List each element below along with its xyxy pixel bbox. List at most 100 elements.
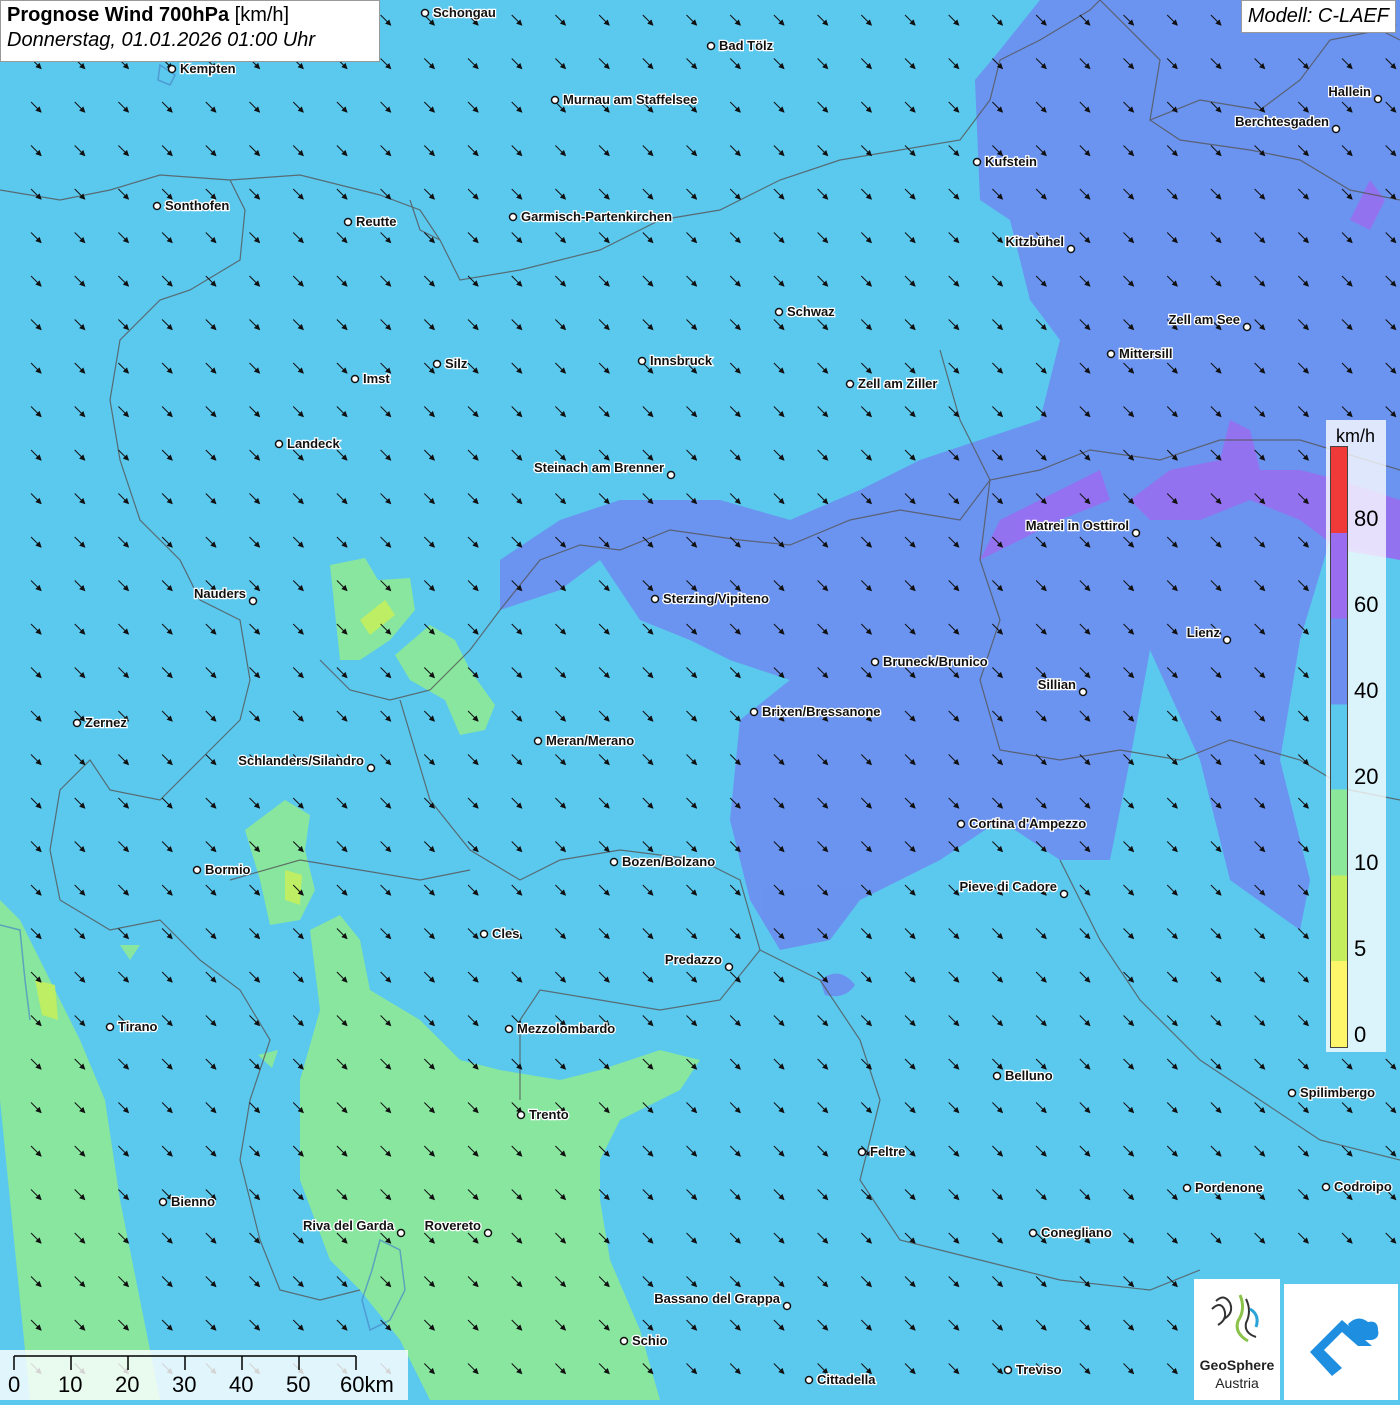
city-marker: Murnau am Staffelsee [550,91,699,108]
scale-label-0: 0 [8,1372,21,1397]
city-label: Reutte [356,214,396,229]
city-label: Schwaz [787,304,835,319]
wind-forecast-map: Schongau Bad Tölz Kempten Murnau am Staffel… [0,0,1400,1400]
city-marker: Sonthofen [152,197,231,214]
city-label: Feltre [870,1144,905,1159]
city-label: Brixen/Bressanone [762,704,881,719]
cloud-arrow-icon [1310,1318,1379,1376]
legend-tick-5: 5 [1354,936,1367,961]
city-label: Zell am Ziller [858,376,937,391]
city-dot [274,439,284,449]
geosphere-mark-icon [1211,1294,1259,1343]
city-label: Imst [363,371,390,386]
city-marker: Pordenone [1182,1179,1264,1196]
model-label: Modell: C-LAEF [1240,0,1396,33]
city-dot [533,736,543,746]
legend-tick-0: 0 [1354,1022,1367,1047]
legend-tick-60: 60 [1354,592,1379,617]
geosphere-sub: Austria [1215,1375,1259,1391]
city-label: Cittadella [817,1372,876,1387]
legend-tick-80: 80 [1354,506,1379,531]
legend-tick-10: 10 [1354,850,1379,875]
city-dot [706,41,716,51]
scale-label-60km: 60km [340,1372,394,1397]
city-dot [1331,124,1341,134]
city-marker: Sterzing/Vipiteno [650,590,770,607]
city-label: Sillian [1038,677,1076,692]
city-label: Treviso [1016,1362,1062,1377]
city-dot [1242,322,1252,332]
legend-unit: km/h [1336,426,1376,446]
city-dot [248,596,258,606]
weather-app-logo[interactable] [1284,1284,1398,1400]
city-label: Kufstein [985,154,1037,169]
map-title-box: Prognose Wind 700hPa [km/h] Donnerstag, … [0,0,380,62]
city-label: Innsbruck [650,353,713,368]
geosphere-name: GeoSphere [1199,1357,1275,1373]
city-dot [972,157,982,167]
city-dot [609,857,619,867]
city-dot [1028,1228,1038,1238]
city-label: Nauders [194,586,246,601]
city-label: Tirano [118,1019,158,1034]
city-dot [343,217,353,227]
city-dot [619,1336,629,1346]
city-dot [167,64,177,74]
city-label: Landeck [287,436,341,451]
city-dot [504,1024,514,1034]
city-dot [516,1110,526,1120]
city-dot [870,657,880,667]
city-label: Sterzing/Vipiteno [663,591,769,606]
city-label: Bruneck/Brunico [883,654,988,669]
city-label: Bormio [205,862,251,877]
city-dot [637,356,647,366]
city-marker: Innsbruck [637,352,714,369]
city-dot [845,379,855,389]
city-marker: Schongau [420,4,497,21]
city-dot [432,359,442,369]
city-marker: Zell am Ziller [845,375,939,392]
city-dot [782,1301,792,1311]
city-marker: Bruneck/Brunico [870,653,989,670]
city-marker: Cortina d'Ampezzo [956,815,1088,832]
city-dot [350,374,360,384]
city-dot [396,1228,406,1238]
city-dot [1059,889,1069,899]
city-dot [508,212,518,222]
city-label: Schongau [433,5,496,20]
city-label: Sonthofen [165,198,229,213]
city-marker: Brixen/Bressanone [749,703,882,720]
city-dot [192,865,202,875]
city-label: Steinach am Brenner [534,460,664,475]
city-label: Bassano del Grappa [654,1291,780,1306]
city-label: Murnau am Staffelsee [563,92,697,107]
city-label: Conegliano [1041,1225,1112,1240]
city-dot [152,201,162,211]
city-label: Cortina d'Ampezzo [969,816,1086,831]
geosphere-logo[interactable]: GeoSphere Austria [1194,1279,1280,1400]
city-dot [956,819,966,829]
city-label: Bad Tölz [719,38,774,53]
city-marker: Bozen/Bolzano [609,853,716,870]
city-label: Schio [632,1333,667,1348]
city-label: Berchtesgaden [1235,114,1329,129]
city-label: Pieve di Cadore [959,879,1057,894]
legend-tick-40: 40 [1354,678,1379,703]
city-label: Hallein [1328,84,1371,99]
city-dot [72,718,82,728]
city-dot [1078,687,1088,697]
city-dot [992,1071,1002,1081]
city-marker: Spilimbergo [1287,1084,1376,1101]
city-dot [666,470,676,480]
city-dot [105,1022,115,1032]
city-label: Meran/Merano [546,733,634,748]
city-marker: Garmisch-Partenkirchen [508,208,673,225]
city-dot [1373,94,1383,104]
forecast-datetime: Donnerstag, 01.01.2026 01:00 Uhr [7,29,315,51]
city-label: Garmisch-Partenkirchen [521,209,672,224]
city-label: Mezzolombardo [517,1021,615,1036]
city-label: Bozen/Bolzano [622,854,715,869]
city-marker: Cittadella [804,1371,878,1388]
scale-label-40: 40 [229,1372,254,1397]
city-label: Codroipo [1334,1179,1392,1194]
